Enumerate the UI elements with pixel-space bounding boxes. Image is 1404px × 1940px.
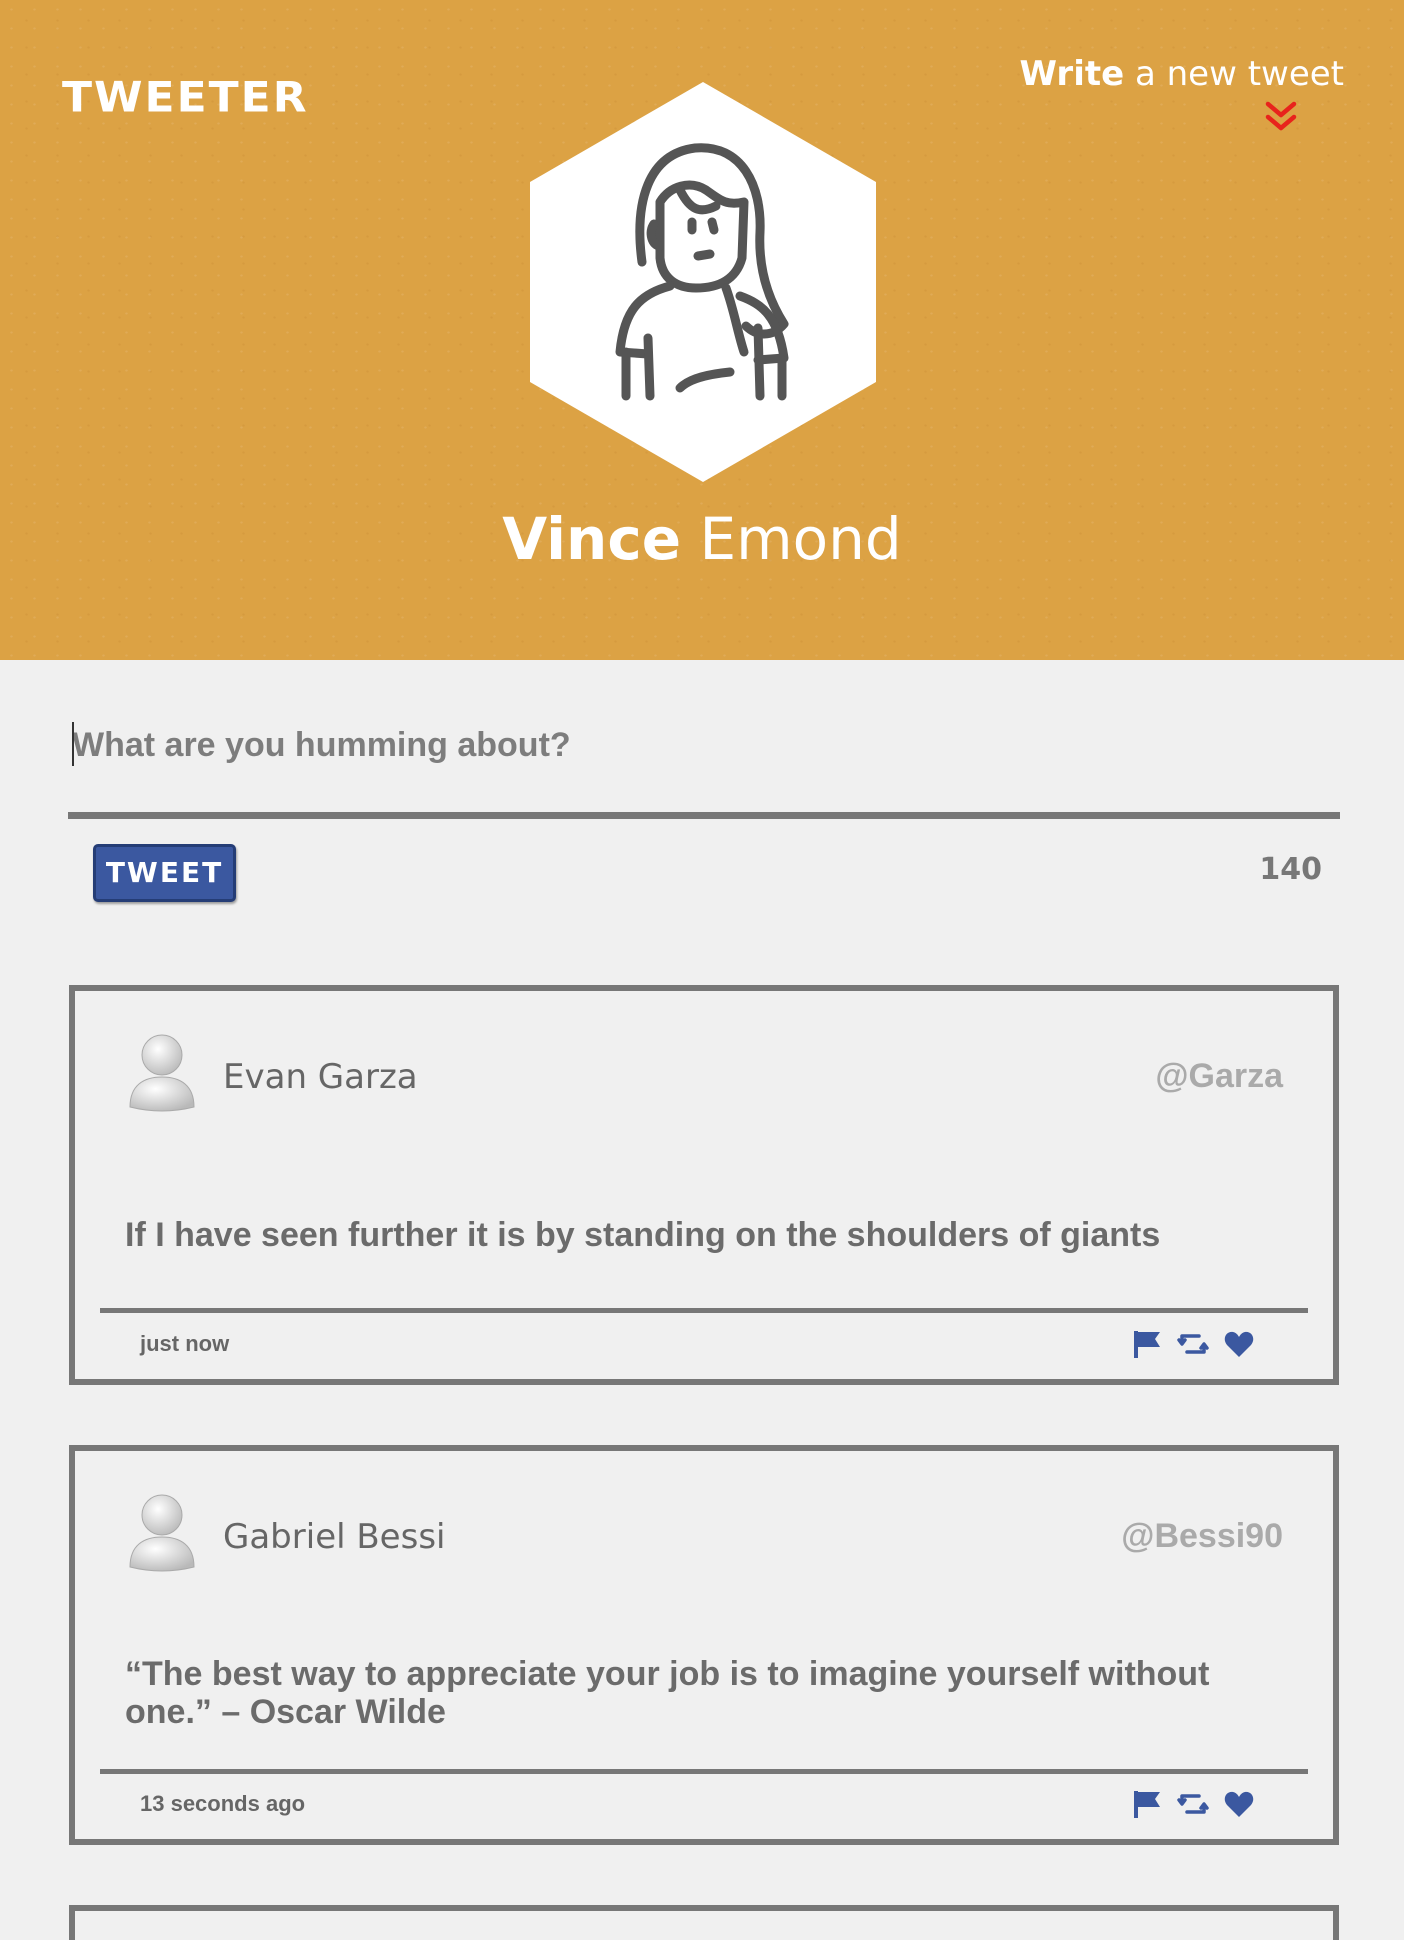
tweet-card xyxy=(69,1905,1339,1940)
double-chevron-down-icon[interactable] xyxy=(1265,100,1297,134)
tweet-card: Evan Garza @Garza If I have seen further… xyxy=(69,985,1339,1385)
compose-divider xyxy=(68,812,1340,819)
compose-link-bold: Write xyxy=(1019,54,1125,94)
character-counter: 140 xyxy=(1259,852,1322,887)
tweet-divider xyxy=(100,1769,1308,1774)
flag-icon[interactable] xyxy=(1131,1789,1163,1819)
profile-avatar xyxy=(530,82,876,482)
tweet-actions xyxy=(1131,1789,1261,1819)
retweet-icon[interactable] xyxy=(1177,1789,1209,1819)
tweet-divider xyxy=(100,1308,1308,1313)
tweet-timestamp: 13 seconds ago xyxy=(140,1791,306,1816)
tweet-author-name[interactable]: Gabriel Bessi xyxy=(223,1517,445,1557)
tweet-author-handle[interactable]: @Garza xyxy=(1155,1057,1283,1096)
heart-icon[interactable] xyxy=(1223,1329,1255,1359)
tweet-actions xyxy=(1131,1329,1261,1359)
profile-first-name: Vince xyxy=(502,505,682,573)
tweet-card: Gabriel Bessi @Bessi90 “The best way to … xyxy=(69,1445,1339,1845)
tweet-content: If I have seen further it is by standing… xyxy=(125,1216,1161,1254)
tweet-author-handle[interactable]: @Bessi90 xyxy=(1121,1517,1283,1556)
profile-header: TWEETER Write a new tweet Vince Emond xyxy=(0,0,1404,660)
app-logo[interactable]: TWEETER xyxy=(62,73,309,121)
profile-last-name: Emond xyxy=(681,505,902,573)
tweet-button[interactable]: TWEET xyxy=(93,844,236,902)
profile-name: Vince Emond xyxy=(0,505,1404,573)
flag-icon[interactable] xyxy=(1131,1329,1163,1359)
tweet-compose-input[interactable] xyxy=(72,720,1332,770)
tweet-content: “The best way to appreciate your job is … xyxy=(125,1655,1210,1731)
heart-icon[interactable] xyxy=(1223,1789,1255,1819)
compose-link-rest: a new tweet xyxy=(1124,54,1344,94)
retweet-icon[interactable] xyxy=(1177,1329,1209,1359)
text-caret xyxy=(72,722,74,766)
user-avatar-icon xyxy=(129,1034,195,1112)
user-avatar-icon xyxy=(129,1494,195,1572)
write-new-tweet-link[interactable]: Write a new tweet xyxy=(1020,54,1344,94)
tweet-author-name[interactable]: Evan Garza xyxy=(223,1057,418,1097)
tweet-timestamp: just now xyxy=(140,1331,230,1356)
